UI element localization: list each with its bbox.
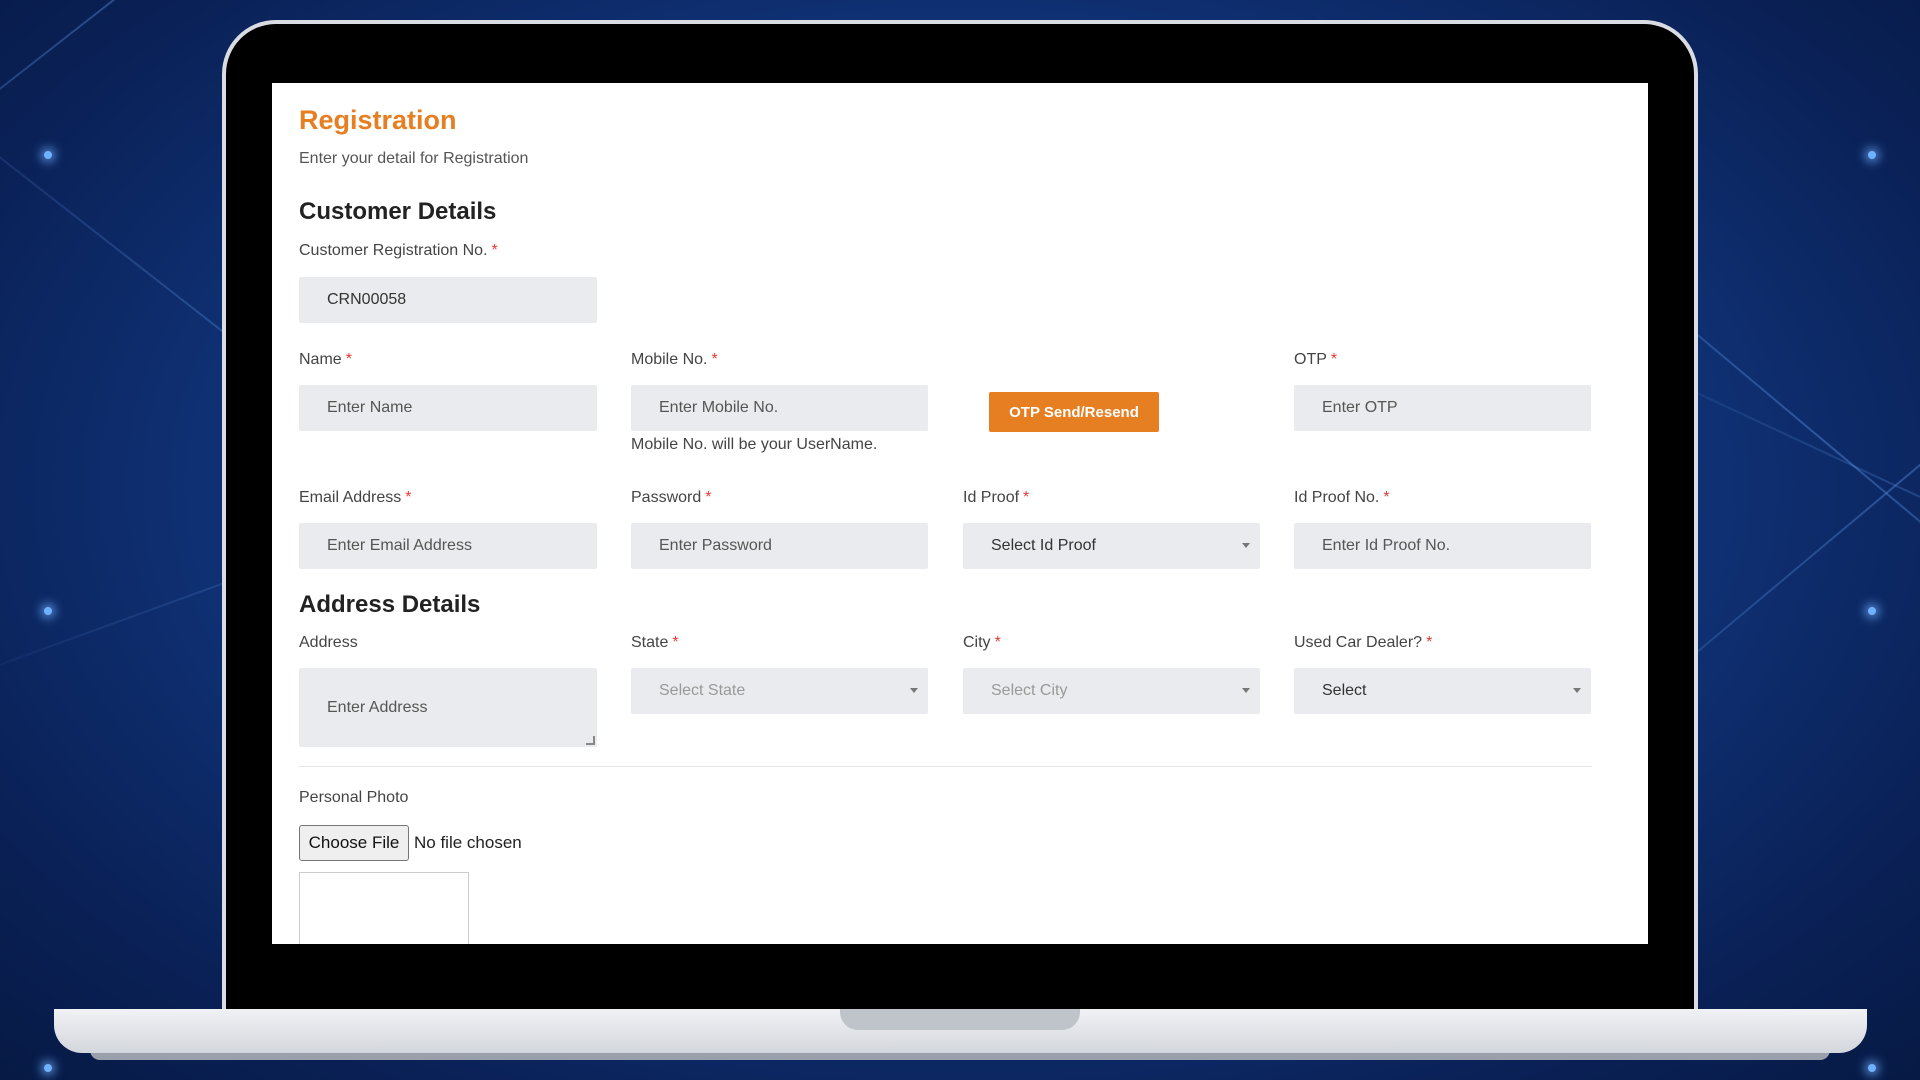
- chevron-down-icon: [1573, 688, 1581, 693]
- customer-details-heading: Customer Details: [299, 198, 497, 225]
- chevron-down-icon: [1242, 688, 1250, 693]
- address-input[interactable]: Enter Address: [299, 668, 597, 747]
- state-label: State *: [631, 634, 679, 651]
- screen: Registration Enter your detail for Regis…: [272, 83, 1648, 944]
- chevron-down-icon: [910, 688, 918, 693]
- id-proof-select[interactable]: Select Id Proof: [963, 523, 1260, 569]
- crn-label: Customer Registration No. *: [299, 242, 498, 259]
- photo-preview: [299, 872, 469, 944]
- otp-send-button[interactable]: OTP Send/Resend: [989, 392, 1159, 432]
- address-label: Address: [299, 634, 358, 651]
- resize-handle-icon[interactable]: [586, 736, 595, 745]
- mobile-input[interactable]: Enter Mobile No.: [631, 385, 928, 431]
- choose-file-button[interactable]: Choose File: [299, 825, 409, 861]
- city-label: City *: [963, 634, 1001, 651]
- otp-input[interactable]: Enter OTP: [1294, 385, 1591, 431]
- dealer-label: Used Car Dealer? *: [1294, 634, 1433, 651]
- photo-label: Personal Photo: [299, 789, 409, 806]
- password-label: Password *: [631, 489, 712, 506]
- crn-field: CRN00058: [299, 277, 597, 323]
- mobile-label: Mobile No. *: [631, 351, 718, 368]
- dealer-select[interactable]: Select: [1294, 668, 1591, 714]
- state-select[interactable]: Select State: [631, 668, 928, 714]
- chevron-down-icon: [1242, 543, 1250, 548]
- id-proof-label: Id Proof *: [963, 489, 1030, 506]
- otp-label: OTP *: [1294, 351, 1338, 368]
- password-input[interactable]: Enter Password: [631, 523, 928, 569]
- address-details-heading: Address Details: [299, 591, 481, 618]
- city-select[interactable]: Select City: [963, 668, 1260, 714]
- email-input[interactable]: Enter Email Address: [299, 523, 597, 569]
- page-subtitle: Enter your detail for Registration: [299, 150, 529, 167]
- name-label: Name *: [299, 351, 352, 368]
- id-proof-no-label: Id Proof No. *: [1294, 489, 1390, 506]
- mobile-hint: Mobile No. will be your UserName.: [631, 436, 878, 453]
- page-title: Registration: [299, 105, 457, 135]
- email-label: Email Address *: [299, 489, 412, 506]
- laptop-notch: [840, 1009, 1080, 1030]
- name-input[interactable]: Enter Name: [299, 385, 597, 431]
- file-status: No file chosen: [414, 833, 522, 852]
- section-divider: [299, 766, 1592, 767]
- id-proof-no-input[interactable]: Enter Id Proof No.: [1294, 523, 1591, 569]
